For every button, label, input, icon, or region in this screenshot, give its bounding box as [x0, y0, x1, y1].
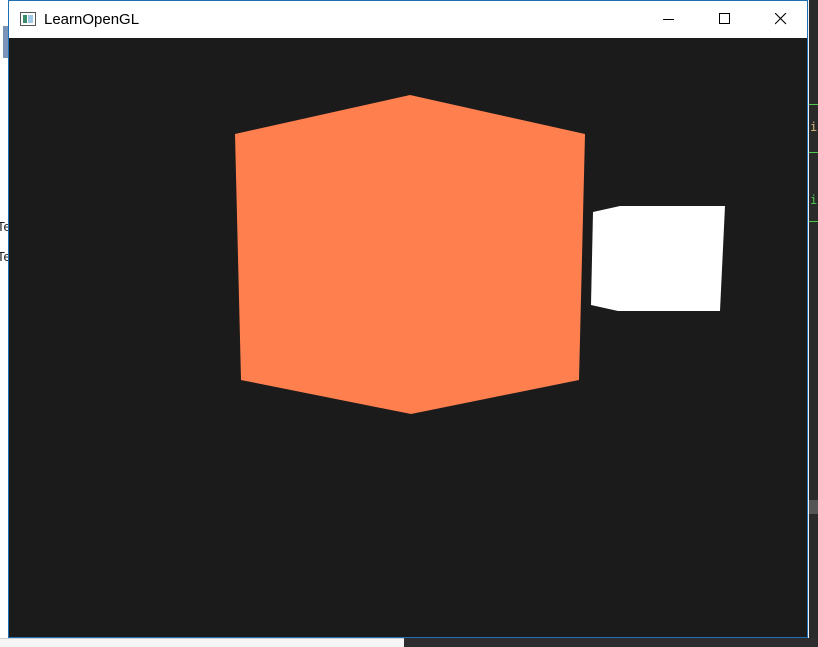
- title-bar[interactable]: LearnOpenGL: [9, 1, 807, 38]
- background-window-right: i i: [809, 0, 818, 647]
- close-button[interactable]: [753, 1, 809, 38]
- minimize-icon: [663, 19, 674, 20]
- light-cube: [591, 206, 725, 311]
- app-window-icon[interactable]: [20, 12, 36, 26]
- background-panel: [0, 638, 404, 647]
- background-rule: [809, 221, 818, 222]
- maximize-icon: [719, 13, 730, 24]
- app-window: LearnOpenGL: [8, 0, 808, 638]
- background-rule: [809, 152, 818, 153]
- opengl-viewport[interactable]: [9, 38, 807, 637]
- object-cube: [235, 95, 585, 414]
- minimize-button[interactable]: [641, 1, 697, 38]
- background-taskbar-strip: [0, 638, 818, 647]
- scene-canvas: [235, 95, 725, 414]
- background-rule: [809, 500, 818, 514]
- maximize-button[interactable]: [697, 1, 753, 38]
- background-text-fragment: i: [810, 193, 818, 207]
- background-rule: [809, 104, 818, 105]
- close-icon: [775, 13, 787, 25]
- background-text-fragment: i: [810, 120, 818, 134]
- window-title: LearnOpenGL: [44, 11, 140, 28]
